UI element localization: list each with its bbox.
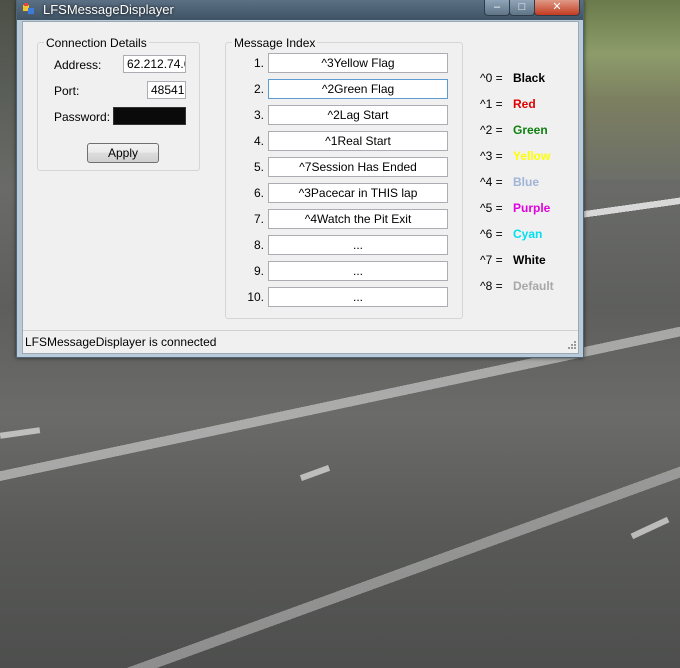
background-barrier [580,190,680,230]
password-input[interactable] [113,107,186,125]
message-row: 1. ^3Yellow Flag [226,53,462,73]
message-input[interactable]: ^1Real Start [268,131,448,151]
color-name: Black [513,71,546,85]
status-text: LFSMessageDisplayer is connected [25,335,217,349]
connection-details-group: Connection Details Address: 62.212.74.6 … [37,36,200,171]
message-row: 4. ^1Real Start [226,131,462,151]
color-legend-row: ^2 = Green [480,123,570,139]
message-row: 10.... [226,287,462,307]
color-name: Yellow [513,149,551,163]
password-label: Password: [54,110,111,124]
port-input[interactable]: 48541 [147,81,186,99]
color-legend-row: ^0 = Black [480,71,570,87]
apply-button[interactable]: Apply [87,143,159,163]
message-row: 3. ^2Lag Start [226,105,462,125]
color-name: White [513,253,546,267]
color-name: Blue [513,175,540,189]
message-number: 10. [247,290,264,304]
message-number: 8. [253,238,264,252]
color-legend-row: ^3 = Yellow [480,149,570,165]
color-name: Green [513,123,548,137]
message-input[interactable]: ^3Pacecar in THIS lap [268,183,448,203]
color-code: ^2 = [480,123,503,137]
window-title: LFSMessageDisplayer [43,2,174,17]
color-code: ^0 = [480,71,503,85]
title-bar[interactable]: LFSMessageDisplayer – □ ✕ [17,0,583,20]
color-code: ^8 = [480,279,503,293]
background-grass [580,0,680,180]
track-marking [630,516,670,540]
color-legend-row: ^7 = White [480,253,570,269]
color-code: ^4 = [480,175,503,189]
track-marking [299,465,331,481]
message-row: 5. ^7Session Has Ended [226,157,462,177]
message-input[interactable]: ^2Green Flag [268,79,448,99]
color-code: ^6 = [480,227,503,241]
message-number: 4. [253,134,264,148]
minimize-icon: – [493,1,501,13]
app-window: LFSMessageDisplayer – □ ✕ Connection Det… [16,0,584,358]
client-area: Connection Details Address: 62.212.74.6 … [22,21,579,354]
status-bar: LFSMessageDisplayer is connected [23,330,578,353]
color-name: Cyan [513,227,543,241]
message-input[interactable]: ^2Lag Start [268,105,448,125]
color-legend-row: ^4 = Blue [480,175,570,191]
address-input[interactable]: 62.212.74.6 [123,55,186,73]
message-row: 7. ^4Watch the Pit Exit [226,209,462,229]
color-legend-row: ^8 = Default [480,279,570,295]
port-label: Port: [54,84,80,98]
track-marking [0,427,41,439]
minimize-button[interactable]: – [484,0,510,16]
color-legend-row: ^5 = Purple [480,201,570,217]
message-number: 5. [253,160,264,174]
message-number: 3. [253,108,264,122]
app-icon [23,3,35,15]
resize-grip-icon[interactable] [565,340,576,351]
message-input[interactable]: ... [268,287,448,307]
color-code: ^7 = [480,253,503,267]
message-number: 2. [253,82,264,96]
color-legend-row: ^6 = Cyan [480,227,570,243]
message-number: 9. [253,264,264,278]
connection-details-label: Connection Details [44,36,149,50]
color-name: Default [513,279,554,293]
message-row: 6. ^3Pacecar in THIS lap [226,183,462,203]
close-icon: ✕ [552,1,562,13]
message-input[interactable]: ... [268,235,448,255]
maximize-icon: □ [518,1,526,13]
message-row: 9.... [226,261,462,281]
message-number: 7. [253,212,264,226]
message-number: 1. [253,56,264,70]
message-row: 2. ^2Green Flag [226,79,462,99]
message-index-group: Message Index 1. ^3Yellow Flag 2. ^2Green F… [225,36,463,319]
message-input[interactable]: ... [268,261,448,281]
message-input[interactable]: ^7Session Has Ended [268,157,448,177]
message-number: 6. [253,186,264,200]
address-label: Address: [54,58,102,72]
message-input[interactable]: ^4Watch the Pit Exit [268,209,448,229]
color-code: ^5 = [480,201,503,215]
message-row: 8.... [226,235,462,255]
color-name: Purple [513,201,551,215]
message-input[interactable]: ^3Yellow Flag [268,53,448,73]
close-button[interactable]: ✕ [534,0,580,16]
color-name: Red [513,97,536,111]
color-code: ^3 = [480,149,503,163]
color-code: ^1 = [480,97,503,111]
maximize-button[interactable]: □ [509,0,535,16]
message-index-label: Message Index [232,36,318,50]
color-legend-row: ^1 = Red [480,97,570,113]
